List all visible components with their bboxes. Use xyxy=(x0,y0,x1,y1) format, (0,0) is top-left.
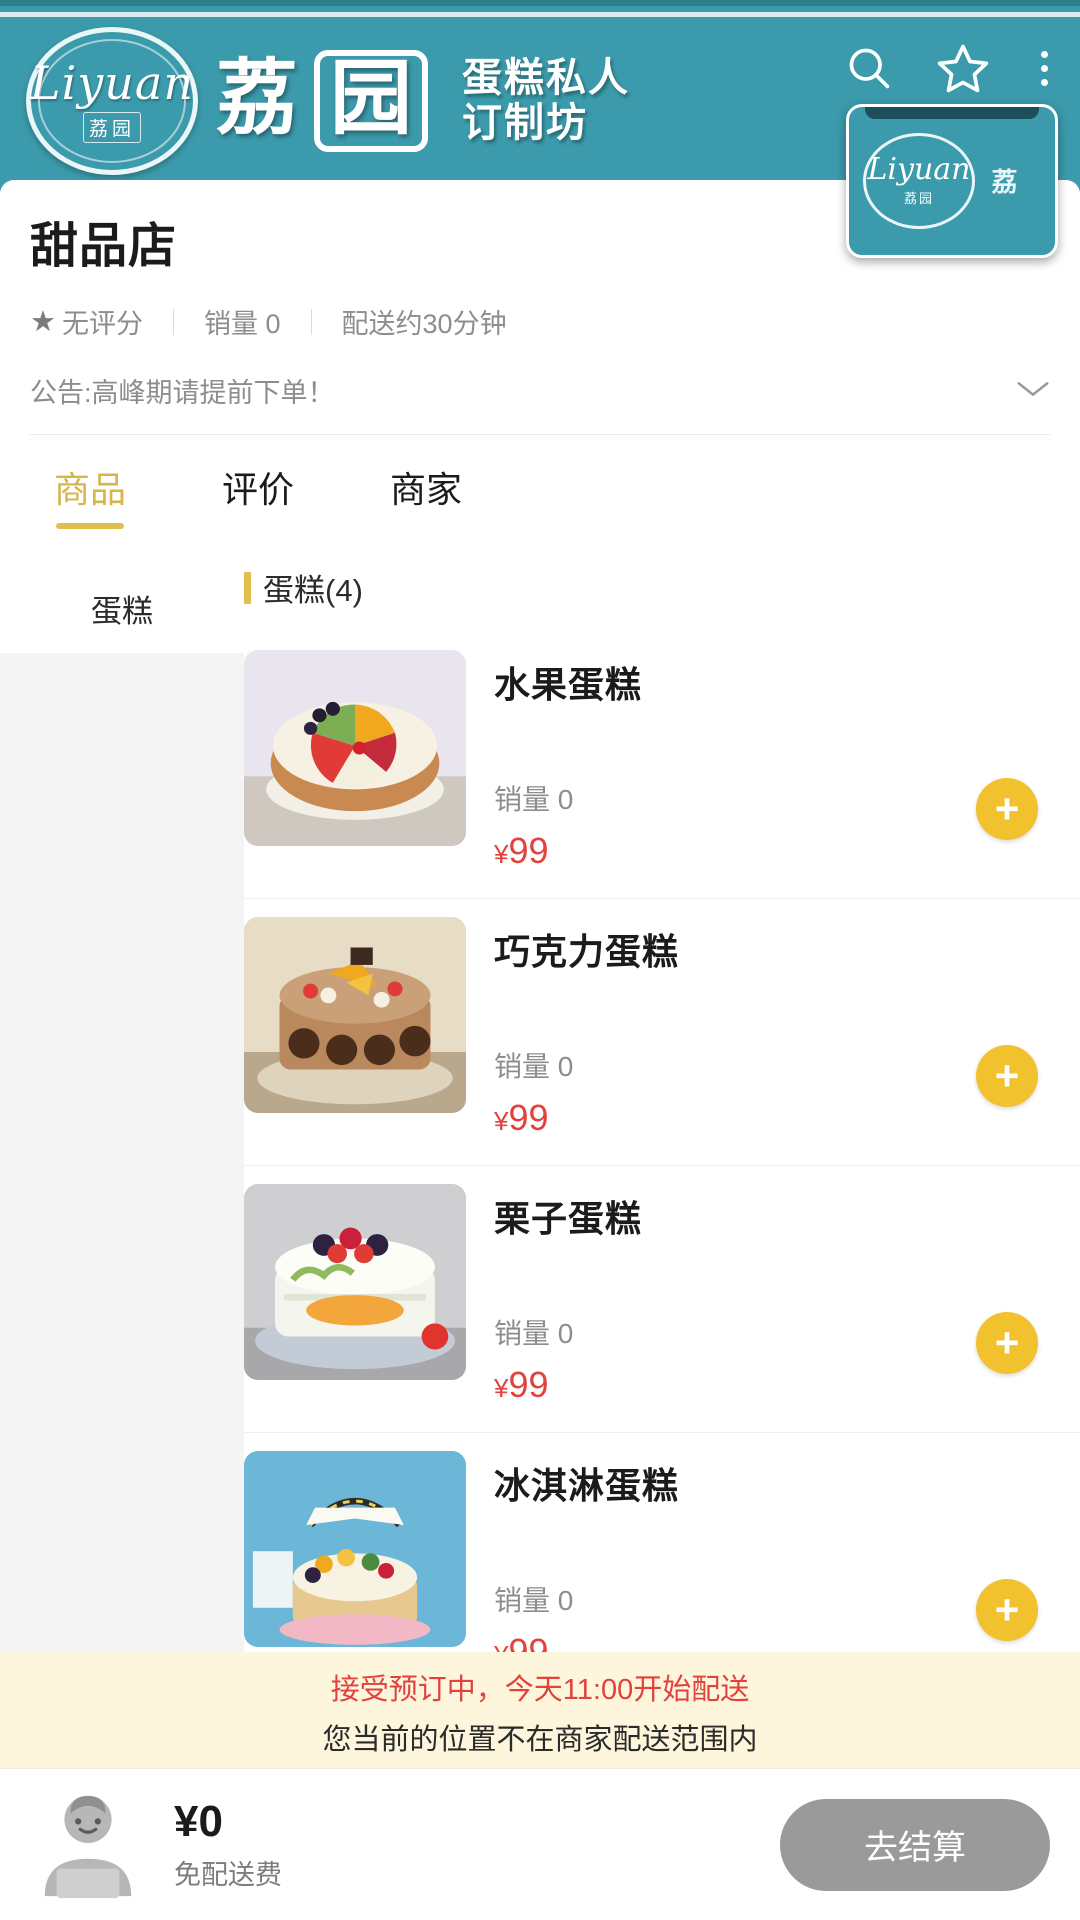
brand-block: Liyuan 荔园 荔园 蛋糕私人 订制坊 xyxy=(0,27,630,175)
currency-symbol: ¥ xyxy=(494,839,508,869)
product-sales: 销量 0 xyxy=(494,1045,1052,1085)
meta-divider xyxy=(173,309,174,335)
more-vertical-icon[interactable] xyxy=(1031,51,1058,86)
brand-tagline-line1: 蛋糕私人 xyxy=(462,56,630,101)
brand-tagline-line2: 订制坊 xyxy=(462,101,630,146)
rider-avatar-icon xyxy=(24,1786,152,1904)
product-thumbnail[interactable] xyxy=(244,917,466,1113)
store-delivery-time: 配送约30分钟 xyxy=(342,302,507,341)
presale-notice-line2: 您当前的位置不在商家配送范围内 xyxy=(0,1716,1080,1758)
tab-merchant[interactable]: 商家 xyxy=(390,461,462,533)
menu-body: 蛋糕 蛋糕(4) xyxy=(0,533,1080,1713)
fruit-cake-photo xyxy=(244,650,466,846)
add-to-cart-button[interactable]: + xyxy=(976,1045,1038,1107)
product-sales: 销量 0 xyxy=(494,1579,1052,1619)
category-header: 蛋糕(4) xyxy=(244,533,1080,632)
currency-symbol: ¥ xyxy=(494,1106,508,1136)
category-sidebar: 蛋糕 xyxy=(0,533,244,1713)
dot xyxy=(1041,79,1048,86)
product-thumbnail[interactable] xyxy=(244,650,466,846)
bottom-bar: 接受预订中，今天11:00开始配送 您当前的位置不在商家配送范围内 ¥0 免配送… xyxy=(0,1652,1080,1920)
floating-card-sub: 荔园 xyxy=(904,188,934,207)
brand-logo-script: Liyuan xyxy=(30,60,194,106)
brand-title-boxed: 园 xyxy=(314,50,428,152)
chocolate-cake-photo xyxy=(244,917,466,1113)
floating-card-script: Liyuan xyxy=(868,155,971,185)
chevron-down-icon[interactable] xyxy=(1016,374,1050,408)
store-meta: ★ 无评分 销量 0 配送约30分钟 xyxy=(30,302,1050,341)
product-thumbnail[interactable] xyxy=(244,1451,466,1647)
floating-card-side-text: 荔 xyxy=(985,168,1022,194)
product-row[interactable]: 水果蛋糕 销量 0 ¥99 + xyxy=(244,632,1080,899)
product-row[interactable]: 巧克力蛋糕 销量 0 ¥99 + xyxy=(244,899,1080,1166)
product-price: ¥99 xyxy=(494,1364,1052,1406)
product-name: 冰淇淋蛋糕 xyxy=(494,1457,1052,1509)
header-actions xyxy=(843,40,1058,96)
cart-total: ¥0 xyxy=(174,1797,780,1847)
chestnut-cake-photo xyxy=(244,1184,466,1380)
add-to-cart-button[interactable]: + xyxy=(976,1312,1038,1374)
app-root: Liyuan 荔园 荔园 蛋糕私人 订制坊 xyxy=(0,0,1080,1920)
sidebar-filler xyxy=(0,653,244,1703)
floating-preview-card[interactable]: Liyuan 荔园 荔 xyxy=(846,104,1058,258)
brand-title: 荔园 xyxy=(216,50,428,152)
presale-notice-line1: 接受预订中，今天11:00开始配送 xyxy=(0,1666,1080,1708)
product-sales: 销量 0 xyxy=(494,778,1052,818)
product-price: ¥99 xyxy=(494,830,1052,872)
add-to-cart-button[interactable]: + xyxy=(976,778,1038,840)
price-value: 99 xyxy=(508,1097,548,1138)
store-notice-text: 公告:高峰期请提前下单！ xyxy=(30,371,335,410)
search-icon[interactable] xyxy=(843,42,895,94)
product-details: 冰淇淋蛋糕 销量 0 ¥99 xyxy=(466,1451,1052,1673)
ice-cream-cake-photo xyxy=(244,1451,466,1647)
product-sales: 销量 0 xyxy=(494,1312,1052,1352)
product-thumbnail[interactable] xyxy=(244,1184,466,1380)
star-icon[interactable] xyxy=(935,40,991,96)
tab-products[interactable]: 商品 xyxy=(54,461,126,533)
presale-notice: 接受预订中，今天11:00开始配送 您当前的位置不在商家配送范围内 xyxy=(0,1652,1080,1768)
product-name: 栗子蛋糕 xyxy=(494,1190,1052,1242)
floating-card-logo: Liyuan 荔园 xyxy=(863,133,975,229)
currency-symbol: ¥ xyxy=(494,1373,508,1403)
product-name: 水果蛋糕 xyxy=(494,656,1052,708)
category-header-label: 蛋糕(4) xyxy=(263,565,363,610)
product-details: 栗子蛋糕 销量 0 ¥99 xyxy=(466,1184,1052,1406)
checkout-button[interactable]: 去结算 xyxy=(780,1799,1050,1891)
cart-delivery-fee: 免配送费 xyxy=(174,1853,780,1892)
rating-star-icon: ★ xyxy=(30,304,56,339)
price-value: 99 xyxy=(508,830,548,871)
product-row[interactable]: 栗子蛋糕 销量 0 ¥99 + xyxy=(244,1166,1080,1433)
product-name: 巧克力蛋糕 xyxy=(494,923,1052,975)
tab-reviews[interactable]: 评价 xyxy=(222,461,294,533)
sidebar-item-cake[interactable]: 蛋糕 xyxy=(0,563,244,653)
cart-bar: ¥0 免配送费 去结算 xyxy=(0,1768,1080,1920)
dot xyxy=(1041,51,1048,58)
store-tabs: 商品 评价 商家 xyxy=(0,435,1080,533)
brand-logo-sub: 荔园 xyxy=(83,112,141,143)
brand-title-first: 荔 xyxy=(216,53,306,144)
meta-divider xyxy=(311,309,312,335)
store-rating: 无评分 xyxy=(62,302,143,341)
product-details: 水果蛋糕 销量 0 ¥99 xyxy=(466,650,1052,872)
add-to-cart-button[interactable]: + xyxy=(976,1579,1038,1641)
product-details: 巧克力蛋糕 销量 0 ¥99 xyxy=(466,917,1052,1139)
dot xyxy=(1041,65,1048,72)
product-list: 蛋糕(4) xyxy=(244,533,1080,1713)
category-accent-bar xyxy=(244,572,251,604)
store-sales: 销量 0 xyxy=(204,302,281,341)
cart-summary: ¥0 免配送费 xyxy=(152,1797,780,1892)
brand-logo: Liyuan 荔园 xyxy=(26,27,198,175)
price-value: 99 xyxy=(508,1364,548,1405)
store-notice-row[interactable]: 公告:高峰期请提前下单！ xyxy=(30,341,1050,435)
product-price: ¥99 xyxy=(494,1097,1052,1139)
brand-tagline: 蛋糕私人 订制坊 xyxy=(462,56,630,146)
